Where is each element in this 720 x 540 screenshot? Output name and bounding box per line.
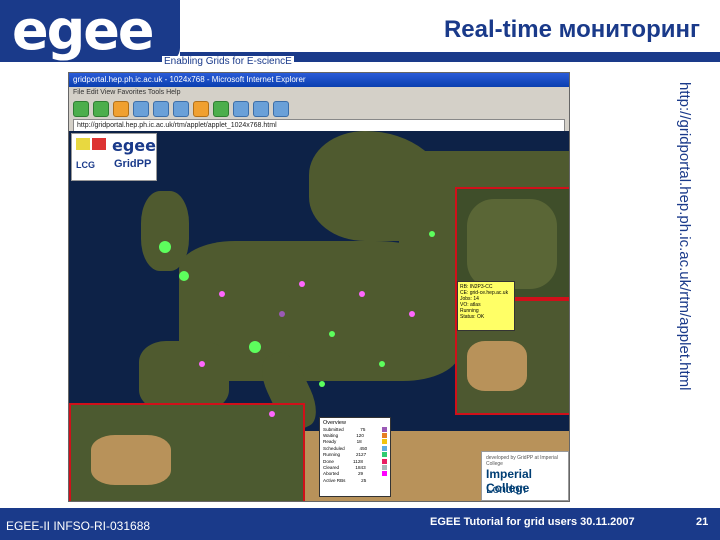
egee-mini-logo: egee xyxy=(112,136,157,155)
egee-logo-text: egee xyxy=(12,0,155,62)
legend-swatch xyxy=(381,445,387,451)
legend-value: 25 xyxy=(361,477,367,483)
legend-swatch xyxy=(382,426,387,432)
legend-label: Running xyxy=(323,452,341,458)
back-icon[interactable] xyxy=(73,101,89,117)
legend-value: 18 xyxy=(356,439,362,445)
site-dot[interactable] xyxy=(219,291,225,297)
legend-swatch xyxy=(382,477,387,483)
legend-value: 1128 xyxy=(353,458,363,464)
site-dot[interactable] xyxy=(359,291,365,297)
site-dot[interactable] xyxy=(319,381,325,387)
site-dot[interactable] xyxy=(379,361,385,367)
legend-label: Ready xyxy=(323,439,337,445)
legend-label: Cleared xyxy=(323,465,340,471)
browser-toolbar xyxy=(69,99,569,119)
lcg-label: LCG xyxy=(76,160,95,170)
legend-swatch xyxy=(382,471,387,477)
site-dot[interactable] xyxy=(249,341,261,353)
footer-event: EGEE Tutorial for grid users 30.11.2007 xyxy=(430,516,635,528)
legend-swatch xyxy=(382,439,387,445)
legend-value: 1843 xyxy=(355,465,366,471)
print-icon[interactable] xyxy=(273,101,289,117)
iberia xyxy=(139,341,229,411)
legend-swatch xyxy=(381,465,387,471)
search-icon[interactable] xyxy=(173,101,189,117)
site-dot[interactable] xyxy=(409,311,415,317)
site-dot[interactable] xyxy=(279,311,285,317)
browser-menubar[interactable]: File Edit View Favorites Tools Help xyxy=(69,87,569,99)
site-dot[interactable] xyxy=(199,361,205,367)
mail-icon[interactable] xyxy=(253,101,269,117)
legend-label: Scheduled xyxy=(323,445,345,451)
imperial-college-logo: developed by GridPP at Imperial College … xyxy=(481,451,569,501)
site-popup: RB: IN2P3-CC CE: grid-ce.hep.ac.uk Jobs:… xyxy=(457,281,515,331)
legend-value: 29 xyxy=(357,471,364,477)
logo-square xyxy=(92,138,106,150)
site-dot[interactable] xyxy=(299,281,305,287)
site-dot[interactable] xyxy=(429,231,435,237)
tagline: Enabling Grids for E-sciencE xyxy=(162,56,294,67)
site-dot[interactable] xyxy=(159,241,171,253)
logo-square xyxy=(76,138,90,150)
applet-url-text[interactable]: http://gridportal.hep.ph.ic.ac.uk/rtm/ap… xyxy=(676,82,693,391)
browser-window: gridportal.hep.ph.ic.ac.uk - 1024x768 - … xyxy=(68,72,570,502)
legend-swatch xyxy=(381,433,387,439)
legend-label: Submitted xyxy=(323,426,344,432)
legend-swatch xyxy=(382,458,387,464)
forward-icon[interactable] xyxy=(93,101,109,117)
slide-title: Real-time мониторинг xyxy=(443,16,700,43)
media-icon[interactable] xyxy=(213,101,229,117)
legend-value: 450 xyxy=(359,445,368,451)
browser-titlebar: gridportal.hep.ph.ic.ac.uk - 1024x768 - … xyxy=(69,73,569,87)
favorites-icon[interactable] xyxy=(193,101,209,117)
refresh-icon[interactable] xyxy=(133,101,149,117)
status-legend: Overview Submitted 75 Waiting 120 Ready 18 Sch… xyxy=(319,417,391,497)
history-icon[interactable] xyxy=(233,101,249,117)
egee-logo: egee xyxy=(0,0,180,62)
site-dot[interactable] xyxy=(269,411,275,417)
legend-label: Active RBs xyxy=(323,477,346,483)
site-dot[interactable] xyxy=(179,271,189,281)
imperial-city: London xyxy=(486,482,527,496)
legend-label: Done xyxy=(323,458,334,464)
site-dot[interactable] xyxy=(329,331,335,337)
legend-row: Active RBs 25 xyxy=(323,477,387,483)
inset-north-america[interactable] xyxy=(69,403,305,501)
legend-value: 2127 xyxy=(355,452,367,458)
stop-icon[interactable] xyxy=(113,101,129,117)
footer-project-id: EGEE-II INFSO-RI-031688 xyxy=(6,519,151,533)
gridpp-label: GridPP xyxy=(114,158,152,170)
legend-value: 75 xyxy=(360,426,366,432)
legend-label: Waiting xyxy=(323,433,339,439)
applet-url[interactable]: http://gridportal.hep.ph.ic.ac.uk/rtm/ap… xyxy=(676,82,693,482)
legend-value: 120 xyxy=(356,433,364,439)
legend-swatch xyxy=(381,452,387,458)
slide-header: egee Enabling Grids for E-sciencE Real-t… xyxy=(0,0,720,68)
legend-label: Aborted xyxy=(323,471,340,477)
world-map[interactable]: LCG egee GridPP RB: IN2P3-CC CE: grid-ce… xyxy=(69,131,569,501)
credit-text: developed by GridPP at Imperial College xyxy=(486,455,558,467)
home-icon[interactable] xyxy=(153,101,169,117)
page-number: 21 xyxy=(696,516,709,528)
gridpp-logo: LCG egee GridPP xyxy=(71,133,157,181)
